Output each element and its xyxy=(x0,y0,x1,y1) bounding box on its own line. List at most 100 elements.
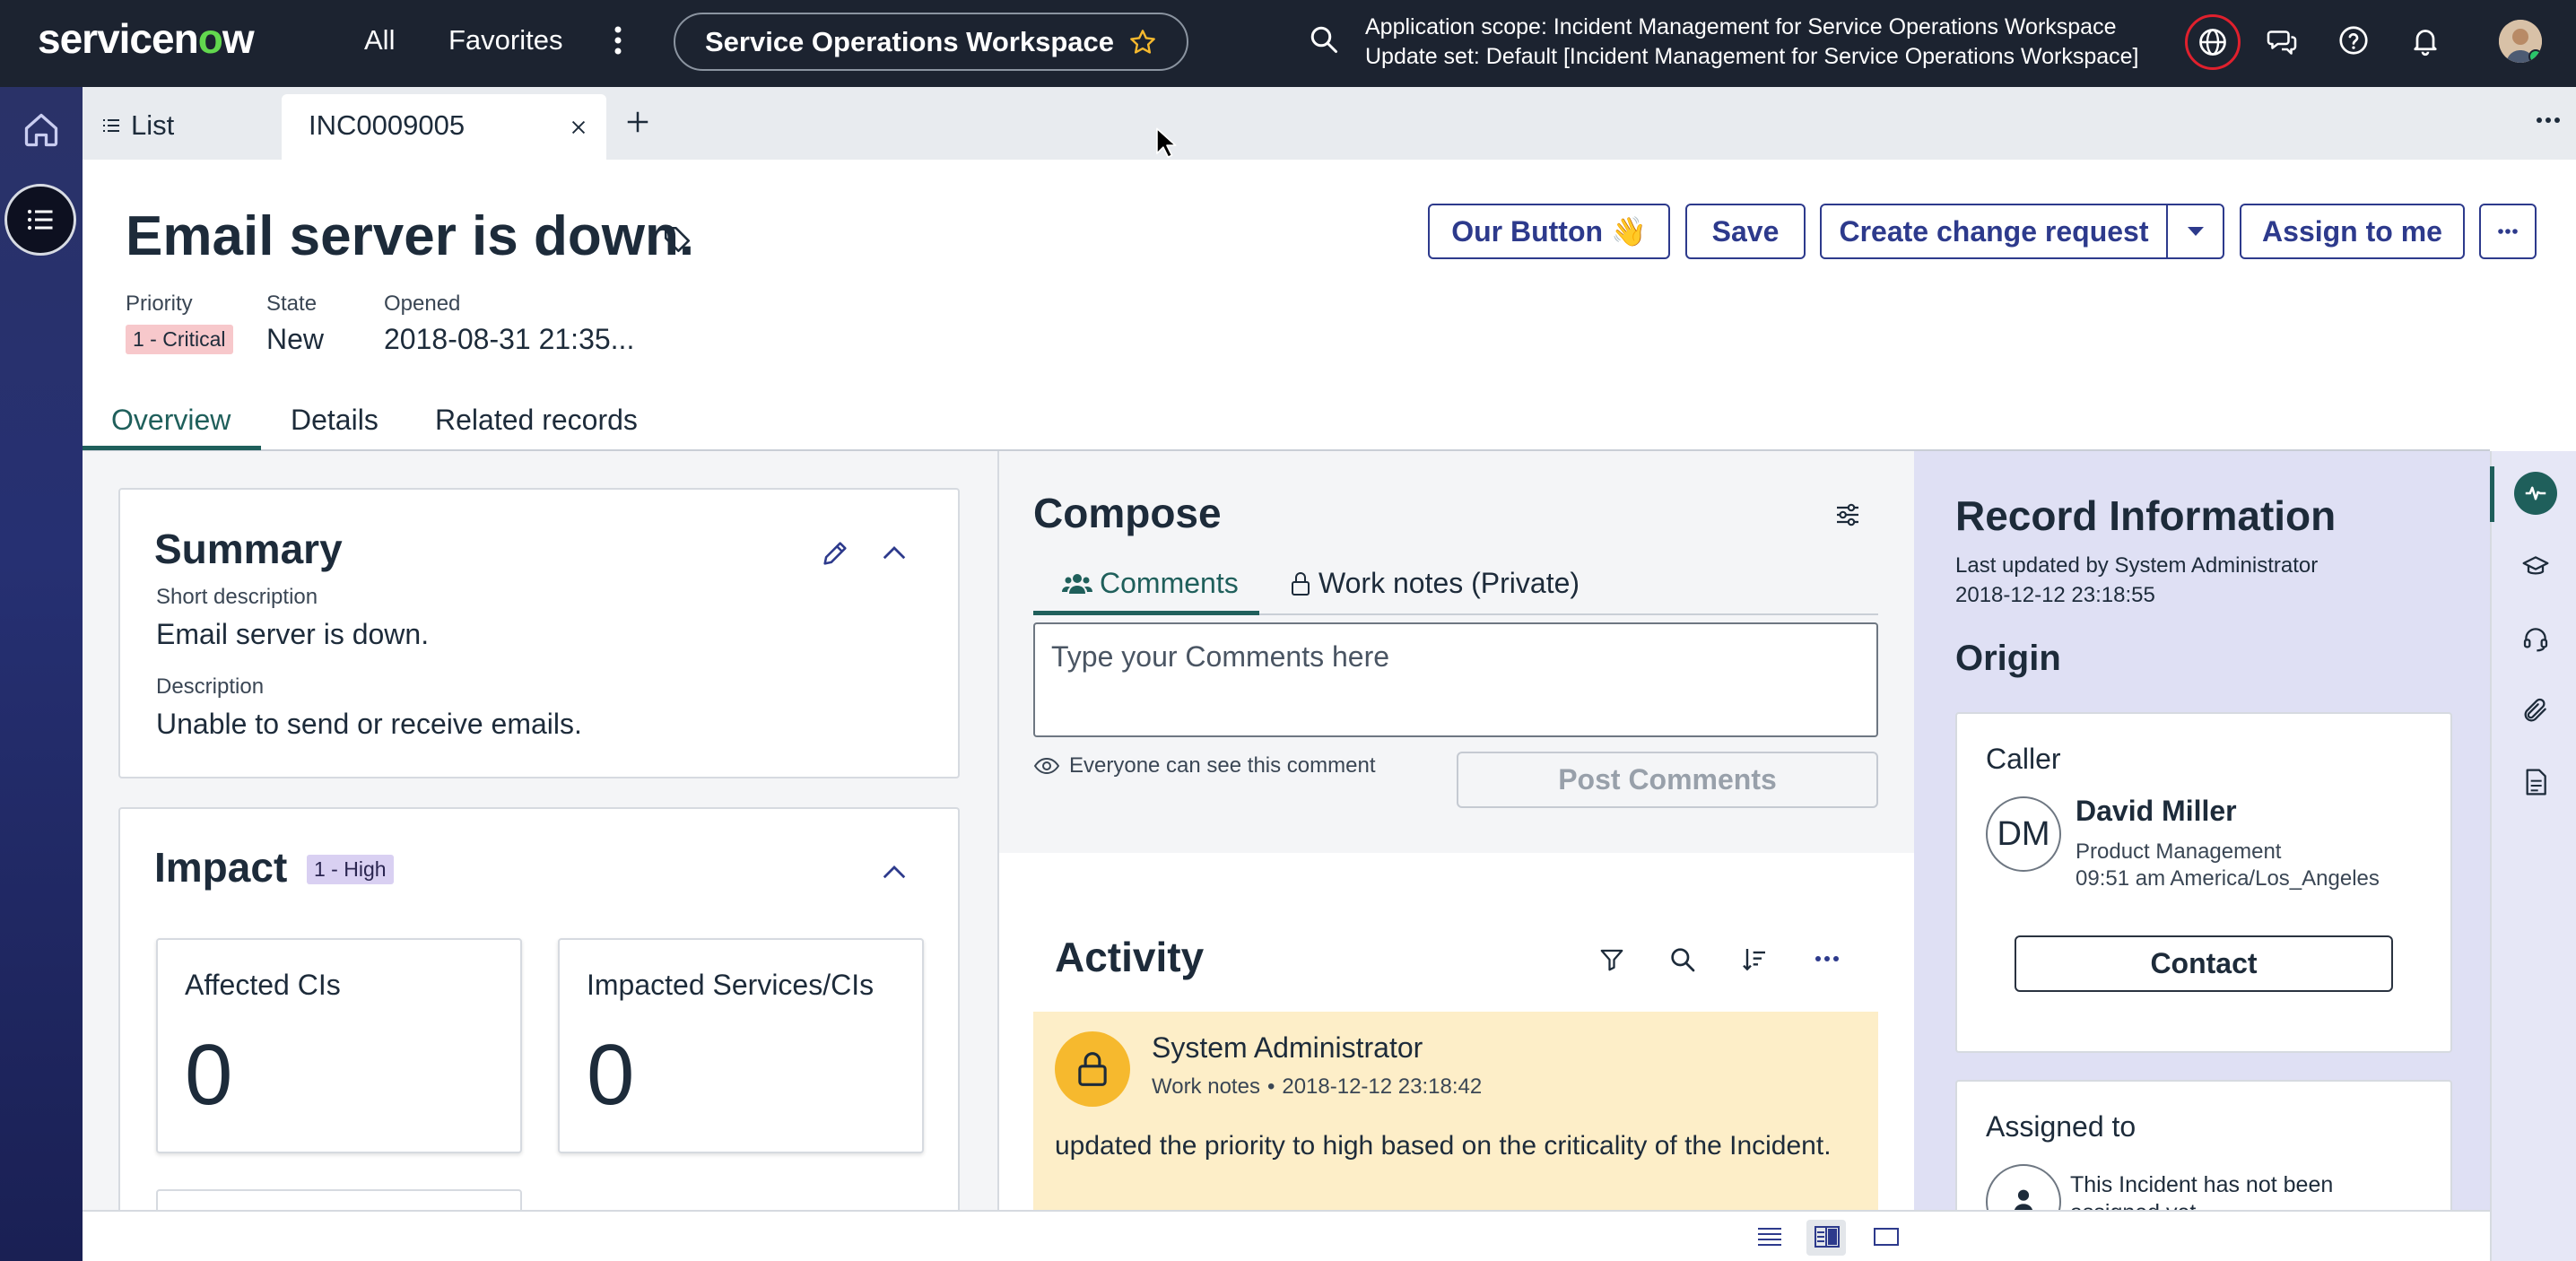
layout-split-icon[interactable] xyxy=(1814,1225,1841,1248)
application-scope[interactable]: Application scope: Incident Management f… xyxy=(1365,13,2138,72)
tab-work-notes[interactable]: Work notes (Private) xyxy=(1290,567,1580,600)
tab-details[interactable]: Details xyxy=(291,404,379,437)
more-tabs-icon[interactable] xyxy=(2535,114,2562,126)
caller-department: Product Management xyxy=(2076,839,2282,864)
comment-input[interactable] xyxy=(1033,622,1878,737)
visibility-note: Everyone can see this comment xyxy=(1033,753,1376,778)
update-set-line: Update set: Default [Incident Management… xyxy=(1365,44,2139,69)
description-value: Unable to send or receive emails. xyxy=(156,708,582,740)
list-view-icon[interactable] xyxy=(4,184,76,256)
graduation-cap-icon[interactable] xyxy=(2521,552,2550,581)
create-change-request-button[interactable]: Create change request xyxy=(1820,204,2168,259)
collapse-chevron-icon[interactable] xyxy=(881,861,908,883)
record-title: Email server is down. xyxy=(126,205,695,267)
edit-pencil-icon[interactable] xyxy=(820,538,850,569)
headset-icon[interactable] xyxy=(2521,624,2550,653)
filter-icon[interactable] xyxy=(1598,945,1625,974)
active-tab-indicator xyxy=(83,446,261,450)
tab-comments[interactable]: Comments xyxy=(1062,567,1239,600)
save-button[interactable]: Save xyxy=(1685,204,1806,259)
nav-favorites[interactable]: Favorites xyxy=(448,24,562,57)
layout-list-icon[interactable] xyxy=(1756,1225,1783,1248)
opened-value: 2018-08-31 21:35... xyxy=(384,323,635,355)
tile-label: Impacted Services/CIs xyxy=(587,969,875,1001)
short-description-value: Email server is down. xyxy=(156,618,430,650)
mouse-cursor-icon xyxy=(1155,127,1179,160)
activity-title: Activity xyxy=(1055,934,1205,980)
logo-text: servicen xyxy=(38,15,199,62)
sort-icon[interactable] xyxy=(1740,945,1769,974)
online-status-dot xyxy=(2528,49,2542,63)
tag-icon[interactable] xyxy=(662,224,692,255)
state-label: State xyxy=(266,291,318,316)
caller-label: Caller xyxy=(1986,743,2061,775)
layout-full-icon[interactable] xyxy=(1873,1225,1900,1248)
close-icon[interactable] xyxy=(569,117,588,137)
caller-name[interactable]: David Miller xyxy=(2076,795,2237,828)
search-icon[interactable] xyxy=(1668,945,1697,974)
workspace-name: Service Operations Workspace xyxy=(704,25,1115,57)
activity-meta: Work notes • 2018-12-12 23:18:42 xyxy=(1152,1074,1482,1100)
add-tab-icon[interactable] xyxy=(624,109,651,135)
more-menu-icon[interactable] xyxy=(606,24,630,57)
more-actions-button[interactable] xyxy=(2479,204,2537,259)
impact-title: Impact xyxy=(154,844,288,891)
impact-badge: 1 - High xyxy=(307,855,394,884)
globe-icon[interactable] xyxy=(2185,14,2241,70)
list-icon xyxy=(100,115,122,136)
visibility-text: Everyone can see this comment xyxy=(1069,753,1376,778)
description-label: Description xyxy=(156,674,265,699)
compose-title: Compose xyxy=(1033,490,1222,536)
workspace-pill[interactable]: Service Operations Workspace xyxy=(674,13,1188,71)
tile-label: Affected CIs xyxy=(185,969,341,1001)
tab-list[interactable]: List xyxy=(100,109,174,142)
caller-avatar[interactable]: DM xyxy=(1986,796,2061,872)
activity-author: System Administrator xyxy=(1152,1031,1423,1064)
layout-toggle-bar xyxy=(83,1210,2490,1261)
activity-text: updated the priority to high based on th… xyxy=(1055,1131,1832,1161)
short-description-label: Short description xyxy=(156,585,318,609)
bullet-separator: • xyxy=(1266,1074,1275,1099)
priority-badge: 1 - Critical xyxy=(126,325,233,354)
compose-settings-icon[interactable] xyxy=(1833,500,1862,529)
chat-icon[interactable] xyxy=(2266,25,2298,57)
scope-line: Application scope: Incident Management f… xyxy=(1365,14,2117,39)
tile-value: 0 xyxy=(587,1027,635,1123)
document-icon[interactable] xyxy=(2521,768,2550,796)
our-button[interactable]: Our Button 👋 xyxy=(1428,204,1670,259)
eye-icon xyxy=(1033,757,1060,775)
origin-title: Origin xyxy=(1955,639,2061,678)
impacted-services-tile[interactable]: Impacted Services/CIs 0 xyxy=(558,938,924,1153)
collapse-chevron-icon[interactable] xyxy=(881,542,908,563)
more-icon[interactable] xyxy=(1814,954,1841,963)
post-comments-button[interactable]: Post Comments xyxy=(1457,752,1878,808)
logo-text-end: w xyxy=(222,15,255,62)
tab-overview[interactable]: Overview xyxy=(111,404,231,437)
priority-label: Priority xyxy=(126,291,193,316)
search-icon[interactable] xyxy=(1308,23,1340,56)
help-icon[interactable] xyxy=(2337,24,2370,57)
create-change-dropdown[interactable] xyxy=(2166,204,2224,259)
top-navigation-bar: servicenow All Favorites Service Operati… xyxy=(0,0,2576,87)
star-icon[interactable] xyxy=(1128,28,1157,57)
tab-record[interactable]: INC0009005 xyxy=(282,94,606,160)
user-avatar[interactable] xyxy=(2499,20,2542,63)
activity-pulse-icon[interactable] xyxy=(2514,472,2557,515)
lock-icon xyxy=(1290,570,1311,597)
record-info-title: Record Information xyxy=(1955,492,2337,539)
servicenow-logo[interactable]: servicenow xyxy=(38,14,255,63)
affected-cis-tile[interactable]: Affected CIs 0 xyxy=(156,938,522,1153)
home-icon[interactable] xyxy=(22,110,61,150)
opened-label: Opened xyxy=(384,291,461,316)
users-icon xyxy=(1062,572,1092,596)
tab-related-records[interactable]: Related records xyxy=(435,404,638,437)
assigned-to-label: Assigned to xyxy=(1986,1110,2137,1143)
paperclip-icon[interactable] xyxy=(2521,696,2550,725)
active-compose-tab-indicator xyxy=(1033,611,1259,615)
last-updated-at: 2018-12-12 23:18:55 xyxy=(1955,583,2155,607)
notification-bell-icon[interactable] xyxy=(2409,24,2441,57)
nav-all[interactable]: All xyxy=(364,24,395,57)
assign-to-me-button[interactable]: Assign to me xyxy=(2240,204,2465,259)
contact-button[interactable]: Contact xyxy=(2015,935,2393,992)
lock-avatar-icon xyxy=(1055,1031,1130,1107)
